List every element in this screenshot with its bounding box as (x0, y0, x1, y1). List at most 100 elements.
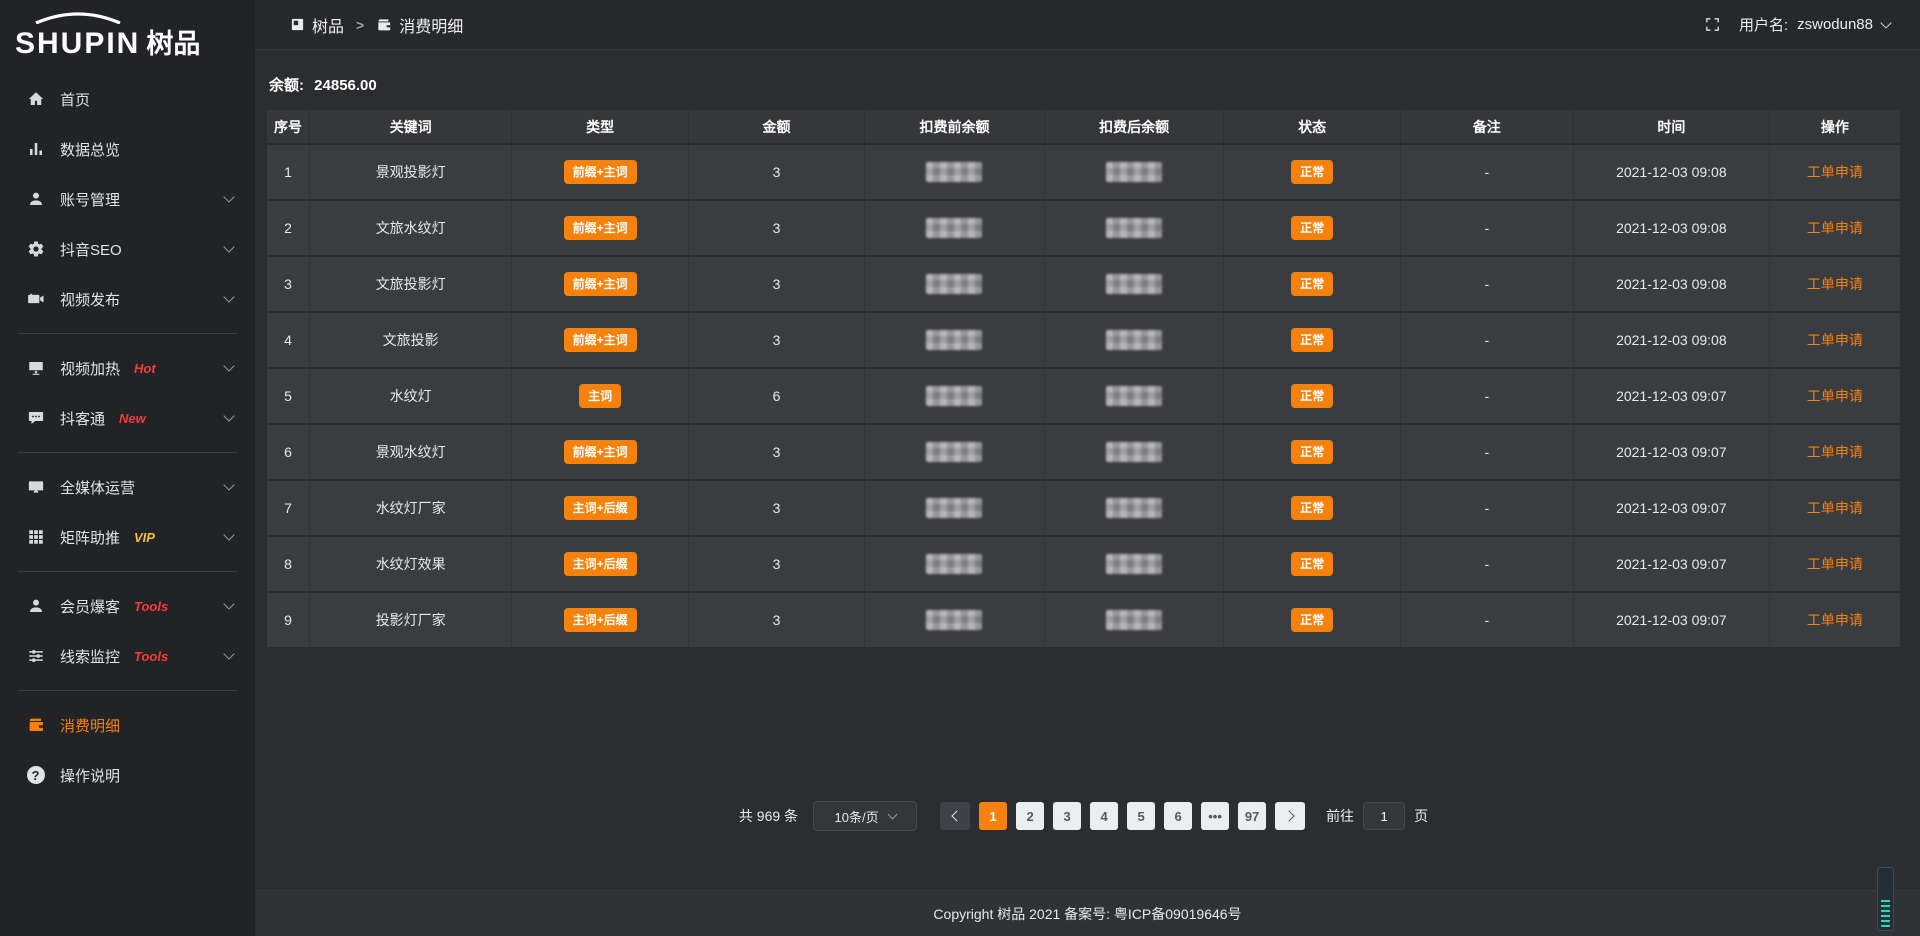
sidebar-item-label: 矩阵助推 (60, 527, 120, 548)
sidebar-item-operation-guide[interactable]: 操作说明 (0, 750, 255, 800)
goto-suffix: 页 (1414, 806, 1428, 826)
col-balance-before: 扣费前余额 (865, 110, 1045, 144)
user-dropdown[interactable]: 用户名: zswodun88 (1739, 14, 1890, 35)
page-button[interactable]: 5 (1127, 802, 1155, 830)
floating-widget[interactable] (1877, 867, 1894, 931)
page-button[interactable]: 4 (1090, 802, 1118, 830)
fullscreen-icon[interactable] (1704, 16, 1721, 33)
balance-before-cell (865, 424, 1045, 480)
type-badge: 主词+后缀 (564, 496, 637, 520)
prev-page-button[interactable] (940, 802, 970, 830)
keyword-cell: 文旅投影灯 (309, 256, 511, 312)
sidebar-item-label: 操作说明 (60, 765, 120, 786)
sidebar: SHUPIN树品 首页 数据总览 账号管理 抖音SEO (0, 0, 255, 936)
sidebar-item-member-baoke[interactable]: 会员爆客 Tools (0, 581, 255, 631)
table-row: 9 投影灯厂家 主词+后缀 3 正常 - 2021-12-03 09:07 工单… (267, 592, 1900, 648)
sidebar-item-label: 抖音SEO (60, 239, 122, 260)
chevron-down-icon (223, 529, 234, 540)
sidebar-item-doukertong[interactable]: 抖客通 New (0, 393, 255, 443)
masked-value (1106, 330, 1162, 350)
table-row: 1 景观投影灯 前缀+主词 3 正常 - 2021-12-03 09:08 工单… (267, 144, 1900, 200)
sidebar-item-label: 消费明细 (60, 715, 120, 736)
remark-cell: - (1400, 480, 1573, 536)
ticket-apply-link[interactable]: 工单申请 (1807, 276, 1863, 292)
masked-value (926, 554, 982, 574)
col-action: 操作 (1769, 110, 1900, 144)
goto-page-input[interactable] (1363, 802, 1405, 830)
sidebar-item-home[interactable]: 首页 (0, 74, 255, 124)
balance-label: 余额: (269, 77, 304, 94)
video-camera-icon (26, 290, 45, 309)
status-badge: 正常 (1291, 384, 1333, 408)
keyword-cell: 景观投影灯 (309, 144, 511, 200)
more-pages-button[interactable]: ••• (1201, 802, 1229, 830)
ticket-apply-link[interactable]: 工单申请 (1807, 220, 1863, 236)
sidebar-item-video-heat[interactable]: 视频加热 Hot (0, 343, 255, 393)
next-page-button[interactable] (1275, 802, 1305, 830)
type-cell: 主词+后缀 (512, 592, 688, 648)
pagination: 共 969 条 10条/页 1 2 3 4 5 6 ••• 97 前往 页 (267, 801, 1900, 831)
balance-after-cell (1044, 200, 1224, 256)
amount-cell: 3 (688, 200, 864, 256)
index-cell: 9 (267, 592, 309, 648)
ticket-apply-link[interactable]: 工单申请 (1807, 612, 1863, 628)
action-cell: 工单申请 (1769, 368, 1900, 424)
sidebar-item-lead-monitor[interactable]: 线索监控 Tools (0, 631, 255, 681)
status-badge: 正常 (1291, 496, 1333, 520)
ticket-apply-link[interactable]: 工单申请 (1807, 164, 1863, 180)
col-type: 类型 (512, 110, 688, 144)
sidebar-item-douyin-seo[interactable]: 抖音SEO (0, 224, 255, 274)
type-cell: 前缀+主词 (512, 144, 688, 200)
content-area: 余额: 24856.00 序号 关键词 类型 金额 扣费前余额 扣费 (255, 50, 1920, 936)
sidebar-item-matrix-boost[interactable]: 矩阵助推 VIP (0, 512, 255, 562)
new-badge: New (119, 411, 146, 426)
page-button[interactable]: 3 (1053, 802, 1081, 830)
sidebar-item-video-publish[interactable]: 视频发布 (0, 274, 255, 324)
chevron-down-icon (223, 360, 234, 371)
index-cell: 2 (267, 200, 309, 256)
page-button[interactable]: 97 (1238, 802, 1266, 830)
sidebar-item-label: 首页 (60, 89, 90, 110)
col-index: 序号 (267, 110, 309, 144)
index-cell: 7 (267, 480, 309, 536)
chevron-down-icon (223, 241, 234, 252)
ticket-apply-link[interactable]: 工单申请 (1807, 556, 1863, 572)
action-cell: 工单申请 (1769, 536, 1900, 592)
chat-bubble-icon (26, 409, 45, 428)
sidebar-item-data-overview[interactable]: 数据总览 (0, 124, 255, 174)
masked-value (1106, 554, 1162, 574)
ticket-apply-link[interactable]: 工单申请 (1807, 332, 1863, 348)
keyword-cell: 水纹灯 (309, 368, 511, 424)
ticket-apply-link[interactable]: 工单申请 (1807, 500, 1863, 516)
masked-value (1106, 442, 1162, 462)
balance-before-cell (865, 200, 1045, 256)
action-cell: 工单申请 (1769, 592, 1900, 648)
chevron-down-icon (223, 191, 234, 202)
balance-after-cell (1044, 536, 1224, 592)
col-time: 时间 (1573, 110, 1769, 144)
sidebar-item-all-media[interactable]: 全媒体运营 (0, 462, 255, 512)
type-cell: 前缀+主词 (512, 256, 688, 312)
breadcrumb-root[interactable]: 树品 (312, 13, 344, 37)
remark-cell: - (1400, 256, 1573, 312)
remark-cell: - (1400, 200, 1573, 256)
chevron-down-icon (223, 291, 234, 302)
breadcrumb-current: 消费明细 (399, 13, 463, 37)
amount-cell: 3 (688, 480, 864, 536)
masked-value (926, 442, 982, 462)
ticket-apply-link[interactable]: 工单申请 (1807, 388, 1863, 404)
table-row: 2 文旅水纹灯 前缀+主词 3 正常 - 2021-12-03 09:08 工单… (267, 200, 1900, 256)
page-button[interactable]: 1 (979, 802, 1007, 830)
action-cell: 工单申请 (1769, 144, 1900, 200)
page-button[interactable]: 6 (1164, 802, 1192, 830)
ticket-apply-link[interactable]: 工单申请 (1807, 444, 1863, 460)
sidebar-item-consume-detail[interactable]: 消费明细 (0, 700, 255, 750)
amount-cell: 6 (688, 368, 864, 424)
sidebar-divider (18, 452, 237, 453)
sidebar-item-account-management[interactable]: 账号管理 (0, 174, 255, 224)
page-size-select[interactable]: 10条/页 (813, 801, 917, 831)
page-button[interactable]: 2 (1016, 802, 1044, 830)
index-cell: 3 (267, 256, 309, 312)
sidebar-item-label: 全媒体运营 (60, 477, 135, 498)
index-cell: 1 (267, 144, 309, 200)
